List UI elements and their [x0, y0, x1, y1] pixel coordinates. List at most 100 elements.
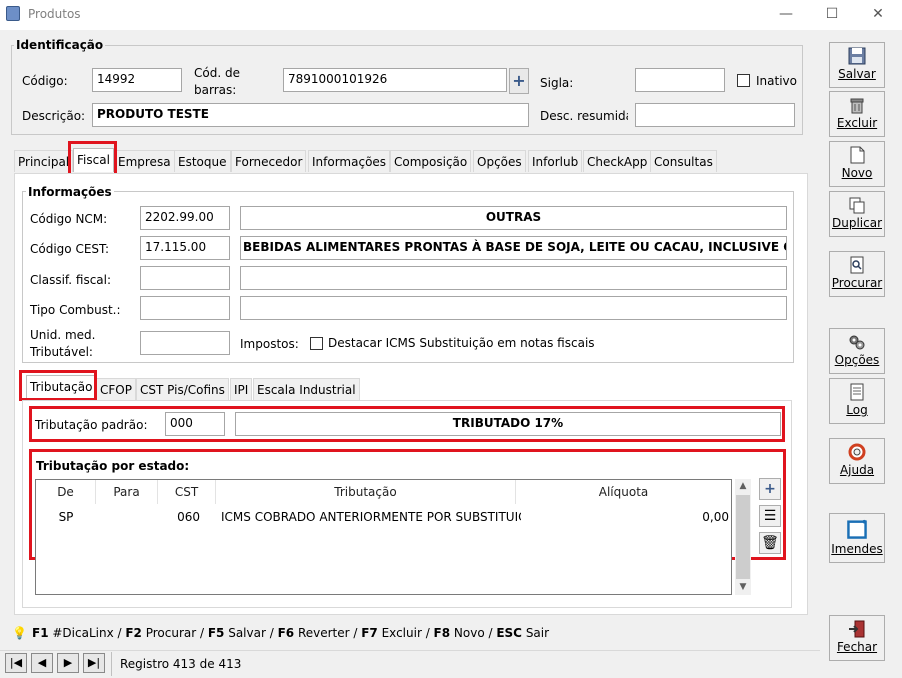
shortcut-label: Salvar — [224, 626, 266, 640]
add-barcode-button[interactable]: + — [509, 68, 529, 94]
first-icon: |◀ — [9, 656, 23, 669]
tipo-combust-input[interactable] — [140, 296, 230, 320]
cest-description: BEBIDAS ALIMENTARES PRONTAS À BASE DE SO… — [240, 236, 787, 260]
destacar-icms-checkbox[interactable] — [310, 337, 323, 350]
next-record-button[interactable]: ▶ — [57, 653, 79, 673]
desc-resumida-input[interactable] — [635, 103, 795, 127]
tab-empresa[interactable]: Empresa — [114, 150, 175, 172]
gear-icon — [849, 335, 865, 350]
log-label: Log — [846, 403, 868, 417]
tributacao-padrao-label: Tributação padrão: — [35, 418, 148, 432]
salvar-button[interactable]: Salvar — [829, 42, 885, 88]
fechar-button[interactable]: Fechar — [829, 615, 885, 661]
procurar-label: Procurar — [831, 276, 883, 290]
prev-record-button[interactable]: ◀ — [31, 653, 53, 673]
tributacao-grid[interactable]: De Para CST Tributação Alíquota SP 060 I… — [35, 479, 732, 595]
cell-aliquota: 0,00 — [702, 510, 729, 524]
scroll-down-icon[interactable]: ▼ — [735, 580, 751, 594]
imendes-label: Imendes — [831, 542, 883, 556]
plus-icon: + — [512, 71, 526, 90]
col-cst[interactable]: CST — [158, 480, 216, 504]
unid-label-2: Tributável: — [30, 345, 93, 359]
unid-input[interactable] — [140, 331, 230, 355]
opcoes-button[interactable]: Opções — [829, 328, 885, 374]
classif-label: Classif. fiscal: — [30, 273, 112, 287]
tab-informacoes[interactable]: Informações — [308, 150, 391, 172]
log-button[interactable]: Log — [829, 378, 885, 424]
fechar-label: Fechar — [836, 640, 878, 654]
trash-icon — [850, 98, 864, 114]
first-record-button[interactable]: |◀ — [5, 653, 27, 673]
sigla-label: Sigla: — [540, 76, 574, 90]
duplicar-label: Duplicar — [831, 216, 882, 230]
imendes-button[interactable]: Imendes — [829, 513, 885, 563]
trash-icon: 🗑 — [761, 535, 779, 551]
record-status: Registro 413 de 413 — [111, 652, 811, 676]
col-aliquota[interactable]: Alíquota — [516, 480, 731, 504]
search-icon — [850, 256, 864, 274]
codbarras-input[interactable]: 7891000101926 — [283, 68, 507, 92]
procurar-button[interactable]: Procurar — [829, 251, 885, 297]
subtab-escala-industrial[interactable]: Escala Industrial — [253, 378, 360, 400]
excluir-label: Excluir — [836, 116, 878, 130]
cest-input[interactable]: 17.115.00 — [140, 236, 230, 260]
grid-scrollbar[interactable]: ▲ ▼ — [735, 479, 751, 595]
ncm-input[interactable]: 2202.99.00 — [140, 206, 230, 230]
tab-composicao[interactable]: Composição — [390, 150, 472, 172]
codbarras-label-1: Cód. de — [194, 66, 240, 80]
identificacao-legend: Identificação — [14, 38, 106, 52]
save-icon — [848, 47, 866, 65]
shortcut-label: Procurar — [141, 626, 197, 640]
app-icon — [6, 6, 20, 21]
minimize-button[interactable]: — — [776, 5, 796, 23]
window-title: Produtos — [28, 7, 81, 21]
delete-row-button[interactable]: 🗑 — [759, 532, 781, 554]
duplicar-button[interactable]: Duplicar — [829, 191, 885, 237]
cell-tributacao: ICMS COBRADO ANTERIORMENTE POR SUBSTITUI… — [221, 510, 521, 524]
codigo-input[interactable]: 14992 — [92, 68, 182, 92]
col-para[interactable]: Para — [96, 480, 158, 504]
tributacao-padrao-description: TRIBUTADO 17% — [235, 412, 781, 436]
scroll-thumb[interactable] — [736, 495, 750, 579]
table-row[interactable]: SP 060 ICMS COBRADO ANTERIORMENTE POR SU… — [36, 506, 731, 528]
opcoes-label: Opções — [834, 353, 880, 367]
tab-estoque[interactable]: Estoque — [174, 150, 231, 172]
add-row-button[interactable]: + — [759, 478, 781, 500]
new-document-icon — [850, 146, 865, 164]
subtab-cfop[interactable]: CFOP — [96, 378, 136, 400]
subtab-ipi[interactable]: IPI — [230, 378, 253, 400]
tab-consultas[interactable]: Consultas — [650, 150, 717, 172]
shortcut-key: F2 — [125, 626, 142, 640]
codbarras-label-2: barras: — [194, 83, 237, 97]
tab-checkapp[interactable]: CheckApp — [583, 150, 652, 172]
descricao-input[interactable]: PRODUTO TESTE — [92, 103, 529, 127]
ajuda-button[interactable]: Ajuda — [829, 438, 885, 484]
classif-description — [240, 266, 787, 290]
novo-button[interactable]: Novo — [829, 141, 885, 187]
shortcut-label: Sair — [522, 626, 550, 640]
sigla-input[interactable] — [635, 68, 725, 92]
classif-input[interactable] — [140, 266, 230, 290]
maximize-button[interactable]: ☐ — [822, 5, 842, 23]
excluir-button[interactable]: Excluir — [829, 91, 885, 137]
col-tributacao[interactable]: Tributação — [216, 480, 516, 504]
tab-inforlub[interactable]: Inforlub — [528, 150, 583, 172]
tab-principal[interactable]: Principal — [14, 150, 74, 172]
last-record-button[interactable]: ▶| — [83, 653, 105, 673]
scroll-up-icon[interactable]: ▲ — [735, 479, 751, 493]
next-icon: ▶ — [63, 656, 73, 669]
edit-row-button[interactable]: ☰ — [759, 505, 781, 527]
col-de[interactable]: De — [36, 480, 96, 504]
close-button[interactable]: ✕ — [868, 5, 888, 23]
tab-fornecedor[interactable]: Fornecedor — [231, 150, 307, 172]
tributacao-estado-label: Tributação por estado: — [36, 459, 190, 473]
subtab-cst-pis-cofins[interactable]: CST Pis/Cofins — [136, 378, 229, 400]
last-icon: ▶| — [87, 656, 101, 669]
tributacao-padrao-code[interactable]: 000 — [165, 412, 225, 436]
unid-label-1: Unid. med. — [30, 328, 96, 342]
ajuda-label: Ajuda — [839, 463, 875, 477]
tab-opcoes[interactable]: Opções — [473, 150, 526, 172]
inativo-checkbox[interactable] — [737, 74, 750, 87]
shortcut-label: #DicaLinx — [48, 626, 114, 640]
shortcuts-bar: F1 #DicaLinx / F2 Procurar / F5 Salvar /… — [32, 626, 550, 640]
